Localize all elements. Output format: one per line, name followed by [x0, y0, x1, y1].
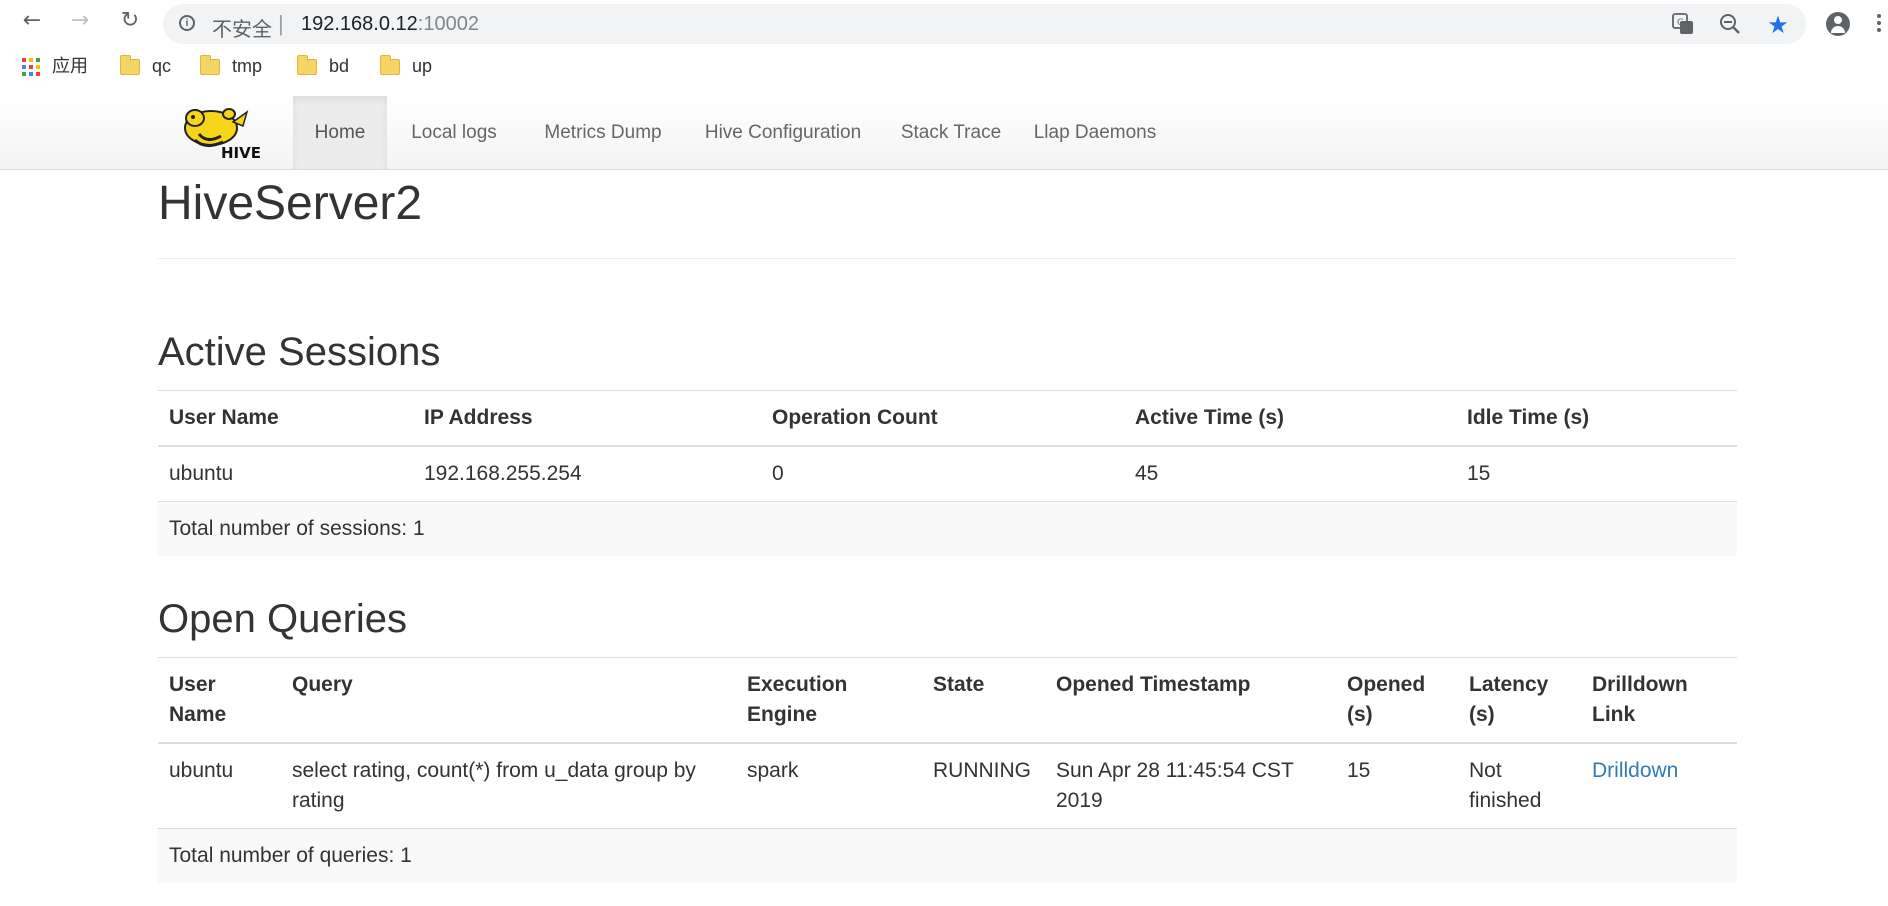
nav-stack-trace[interactable]: Stack Trace — [881, 96, 1021, 169]
table-row: ubuntu 192.168.255.254 0 45 15 — [158, 445, 1737, 502]
bookmark-label: up — [412, 56, 433, 76]
browser-menu-icon[interactable] — [1877, 14, 1881, 34]
nav-home[interactable]: Home — [293, 96, 387, 169]
profile-avatar-icon[interactable] — [1826, 12, 1850, 36]
column-header: Opened Timestamp — [1045, 657, 1336, 744]
column-header: User Name — [158, 390, 413, 447]
query-text: select rating, count(*) from u_data grou… — [281, 742, 736, 829]
hive-navbar: HIVE Home Local logs Metrics Dump Hive C… — [0, 96, 1888, 170]
url-host: 192.168.0.12 — [301, 13, 418, 35]
session-user-name: ubuntu — [158, 445, 413, 502]
open-queries-table: User Name Query Execution Engine State O… — [158, 657, 1737, 883]
page-title: HiveServer2 — [158, 177, 423, 230]
drilldown-link[interactable]: Drilldown — [1592, 759, 1678, 782]
bookmark-star-icon[interactable]: ★ — [1766, 13, 1790, 37]
folder-icon — [297, 55, 317, 76]
column-header: Query — [281, 657, 736, 744]
bookmark-apps[interactable]: 应用 — [22, 55, 88, 77]
folder-icon — [120, 55, 140, 76]
logo-text: HIVE — [221, 144, 261, 160]
table-row: ubuntu select rating, count(*) from u_da… — [158, 742, 1737, 829]
bookmark-label: tmp — [232, 56, 263, 76]
info-icon[interactable]: i — [179, 15, 195, 31]
query-drilldown-cell: Drilldown — [1581, 742, 1737, 829]
column-header: Opened (s) — [1336, 657, 1458, 744]
session-operation-count: 0 — [761, 445, 1124, 502]
column-header: Operation Count — [761, 390, 1124, 447]
column-header: IP Address — [413, 390, 761, 447]
nav-llap-daemons[interactable]: Llap Daemons — [1021, 96, 1169, 169]
folder-icon — [380, 55, 400, 76]
column-header: Idle Time (s) — [1456, 390, 1737, 447]
table-header-row: User Name Query Execution Engine State O… — [158, 657, 1737, 744]
browser-toolbar: ← → ↻ i 不安全 | 192.168.0.12:10002 G ★ — [0, 0, 1888, 44]
query-latency: Not finished — [1458, 742, 1581, 829]
bookmarks-bar: 应用 qc tmp bd up — [0, 50, 1888, 82]
url-separator: | — [278, 11, 284, 36]
folder-icon — [200, 55, 220, 76]
table-total-row: Total number of sessions: 1 — [158, 501, 1737, 556]
zoom-out-icon[interactable] — [1718, 13, 1742, 37]
url-port: :10002 — [417, 13, 479, 35]
security-label: 不安全 — [212, 19, 272, 41]
query-opened-seconds: 15 — [1336, 742, 1458, 829]
back-arrow-icon[interactable]: ← — [20, 9, 44, 33]
active-sessions-table: User Name IP Address Operation Count Act… — [158, 390, 1737, 556]
address-bar[interactable]: i 不安全 | 192.168.0.12:10002 G ★ — [163, 4, 1806, 44]
bookmark-folder-tmp[interactable]: tmp — [200, 55, 262, 77]
svg-text:G: G — [1677, 18, 1684, 28]
table-total-row: Total number of queries: 1 — [158, 828, 1737, 883]
bookmark-label: qc — [152, 56, 172, 76]
column-header: Active Time (s) — [1124, 390, 1456, 447]
bookmark-label: bd — [329, 56, 350, 76]
forward-arrow-icon[interactable]: → — [68, 9, 92, 33]
translate-icon[interactable]: G — [1671, 13, 1695, 37]
query-execution-engine: spark — [736, 742, 922, 829]
session-ip-address: 192.168.255.254 — [413, 445, 761, 502]
column-header: User Name — [158, 657, 281, 744]
column-header: Latency (s) — [1458, 657, 1581, 744]
sessions-total: Total number of sessions: 1 — [158, 501, 1737, 556]
query-opened-timestamp: Sun Apr 28 11:45:54 CST 2019 — [1045, 742, 1336, 829]
hive-logo[interactable]: HIVE — [177, 104, 265, 162]
bookmark-folder-up[interactable]: up — [380, 55, 432, 77]
bookmark-label: 应用 — [52, 56, 88, 76]
query-state: RUNNING — [922, 742, 1045, 829]
nav-local-logs[interactable]: Local logs — [387, 96, 521, 169]
nav-hive-configuration[interactable]: Hive Configuration — [685, 96, 881, 169]
reload-icon[interactable]: ↻ — [118, 9, 142, 33]
nav-metrics-dump[interactable]: Metrics Dump — [521, 96, 685, 169]
column-header: Drilldown Link — [1581, 657, 1737, 744]
bookmark-folder-bd[interactable]: bd — [297, 55, 349, 77]
table-header-row: User Name IP Address Operation Count Act… — [158, 390, 1737, 447]
apps-grid-icon — [22, 58, 40, 77]
bookmark-folder-qc[interactable]: qc — [120, 55, 171, 77]
query-user-name: ubuntu — [158, 742, 281, 829]
active-sessions-title: Active Sessions — [158, 330, 441, 374]
session-idle-time: 15 — [1456, 445, 1737, 502]
column-header: Execution Engine — [736, 657, 922, 744]
column-header: State — [922, 657, 1045, 744]
open-queries-title: Open Queries — [158, 597, 408, 641]
session-active-time: 45 — [1124, 445, 1456, 502]
url-text[interactable]: 192.168.0.12:10002 — [301, 13, 479, 36]
title-divider — [158, 258, 1737, 259]
queries-total: Total number of queries: 1 — [158, 828, 1737, 883]
